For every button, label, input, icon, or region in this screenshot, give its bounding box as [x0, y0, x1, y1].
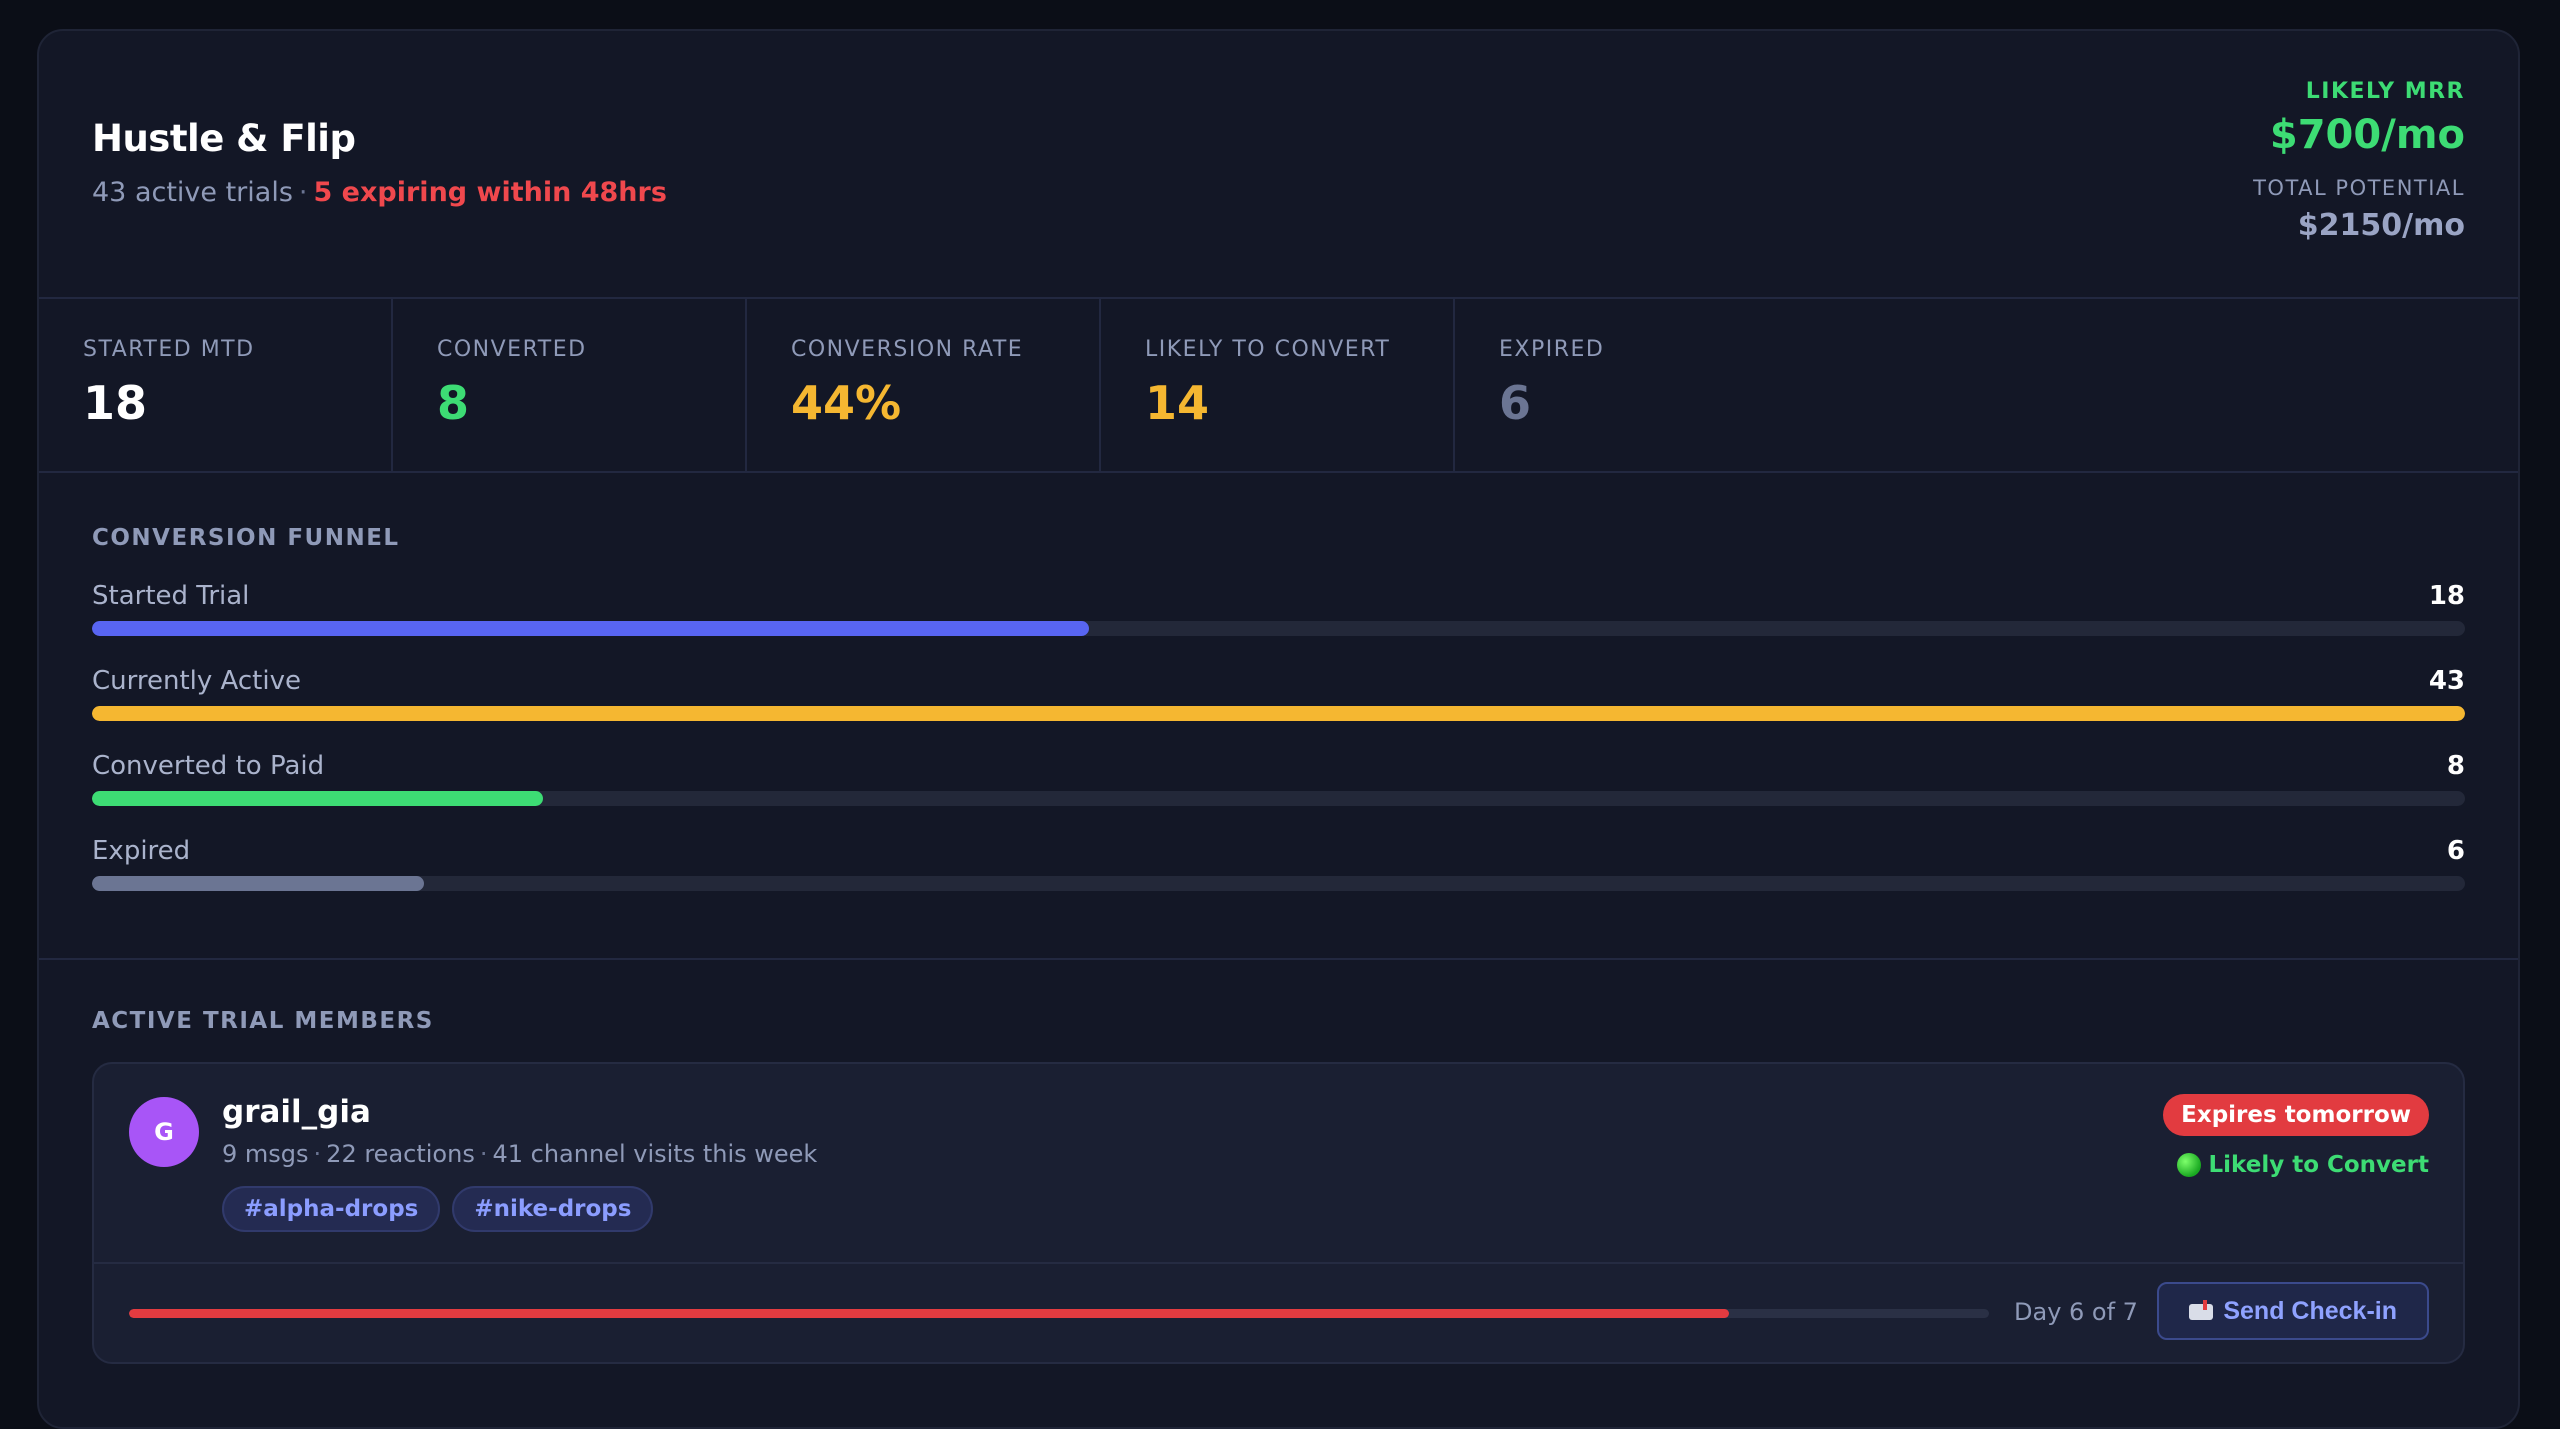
funnel-bar-track — [92, 791, 2465, 806]
trial-dashboard-card: Hustle & Flip 43 active trials · 5 expirin… — [37, 29, 2520, 1429]
separator: · — [479, 1140, 488, 1168]
active-trial-members: ACTIVE TRIAL MEMBERS G grail_gia 9 msgs ·… — [39, 960, 2518, 1364]
likely-mrr-label: LIKELY MRR — [2305, 79, 2465, 104]
send-check-in-button[interactable]: Send Check-in — [2157, 1282, 2429, 1340]
stat-label: EXPIRED — [1499, 337, 1605, 362]
funnel-title: CONVERSION FUNNEL — [92, 525, 400, 551]
funnel-bar-fill — [92, 706, 2465, 721]
separator: · — [298, 177, 308, 208]
trial-day-label: Day 6 of 7 — [2014, 1298, 2138, 1326]
stats-row: STARTED MTD 18 CONVERTED 8 CONVERSION RA… — [39, 299, 2518, 473]
channel-tags: #alpha-drops #nike-drops — [222, 1186, 654, 1232]
funnel-row-currently-active: Currently Active 43 — [92, 666, 2465, 721]
likely-label: Likely to Convert — [2208, 1152, 2430, 1178]
mrr-summary: LIKELY MRR $700/mo TOTAL POTENTIAL $2150… — [2253, 79, 2465, 243]
stat-value: 6 — [1499, 376, 1532, 430]
member-activity: 9 msgs · 22 reactions · 41 channel visits th… — [222, 1140, 817, 1168]
stat-started-mtd: STARTED MTD 18 — [39, 299, 393, 471]
channel-tag[interactable]: #nike-drops — [452, 1186, 654, 1232]
stat-value: 14 — [1145, 376, 1210, 430]
stat-label: STARTED MTD — [83, 337, 255, 362]
page-title: Hustle & Flip — [92, 117, 356, 160]
funnel-row-label: Started Trial — [92, 581, 250, 611]
funnel-row-converted-to-paid: Converted to Paid 8 — [92, 751, 2465, 806]
member-visits: 41 channel visits this week — [492, 1140, 818, 1168]
trial-progress-fill — [129, 1309, 1729, 1318]
funnel-row-value: 8 — [2446, 751, 2465, 781]
funnel-row-label: Converted to Paid — [92, 751, 325, 781]
funnel-row-started-trial: Started Trial 18 — [92, 581, 2465, 636]
funnel-bar-fill — [92, 791, 543, 806]
funnel-row-expired: Expired 6 — [92, 836, 2465, 891]
mailbox-icon — [2189, 1300, 2214, 1322]
stat-label: CONVERTED — [437, 337, 587, 362]
member-msgs: 9 msgs — [222, 1140, 309, 1168]
trial-summary: 43 active trials · 5 expiring within 48hrs — [92, 177, 667, 208]
stat-expired: EXPIRED 6 — [1455, 299, 2518, 471]
member-trial-progress: Day 6 of 7 Send Check-in — [94, 1264, 2463, 1362]
funnel-bar-track — [92, 876, 2465, 891]
stat-likely-to-convert: LIKELY TO CONVERT 14 — [1101, 299, 1455, 471]
member-reactions: 22 reactions — [326, 1140, 475, 1168]
funnel-bar-track — [92, 621, 2465, 636]
stat-value: 44% — [791, 376, 902, 430]
channel-tag[interactable]: #alpha-drops — [222, 1186, 441, 1232]
stat-converted: CONVERTED 8 — [393, 299, 747, 471]
green-circle-icon — [2176, 1153, 2201, 1177]
funnel-row-value: 18 — [2428, 581, 2465, 611]
funnel-row-label: Currently Active — [92, 666, 301, 696]
funnel-row-label: Expired — [92, 836, 191, 866]
likely-mrr-value: $700/mo — [2269, 112, 2465, 158]
funnel-bar-track — [92, 706, 2465, 721]
stat-value: 18 — [83, 376, 148, 430]
expires-badge: Expires tomorrow — [2163, 1094, 2429, 1136]
likely-to-convert-status: Likely to Convert — [2176, 1152, 2430, 1178]
expiring-warning: 5 expiring within 48hrs — [313, 177, 667, 208]
stat-value: 8 — [437, 376, 470, 430]
funnel-row-value: 43 — [2428, 666, 2465, 696]
total-potential-value: $2150/mo — [2297, 208, 2465, 243]
avatar: G — [129, 1097, 199, 1167]
stat-conversion-rate: CONVERSION RATE 44% — [747, 299, 1101, 471]
member-card[interactable]: G grail_gia 9 msgs · 22 reactions · 41 chann… — [92, 1062, 2465, 1364]
member-info: G grail_gia 9 msgs · 22 reactions · 41 chann… — [94, 1064, 2463, 1264]
separator: · — [313, 1140, 322, 1168]
funnel-bar-fill — [92, 621, 1089, 636]
send-check-in-label: Send Check-in — [2223, 1296, 2397, 1325]
stat-label: CONVERSION RATE — [791, 337, 1024, 362]
conversion-funnel: CONVERSION FUNNEL Started Trial 18 Curre… — [39, 473, 2518, 960]
funnel-bar-fill — [92, 876, 425, 891]
stat-label: LIKELY TO CONVERT — [1145, 337, 1391, 362]
header: Hustle & Flip 43 active trials · 5 expirin… — [39, 31, 2518, 299]
trial-progress-track — [129, 1309, 1989, 1318]
active-trials-count: 43 active trials — [92, 177, 293, 208]
members-title: ACTIVE TRIAL MEMBERS — [92, 1008, 434, 1034]
total-potential-label: TOTAL POTENTIAL — [2253, 176, 2465, 200]
funnel-row-value: 6 — [2446, 836, 2465, 866]
member-name[interactable]: grail_gia — [222, 1094, 371, 1130]
